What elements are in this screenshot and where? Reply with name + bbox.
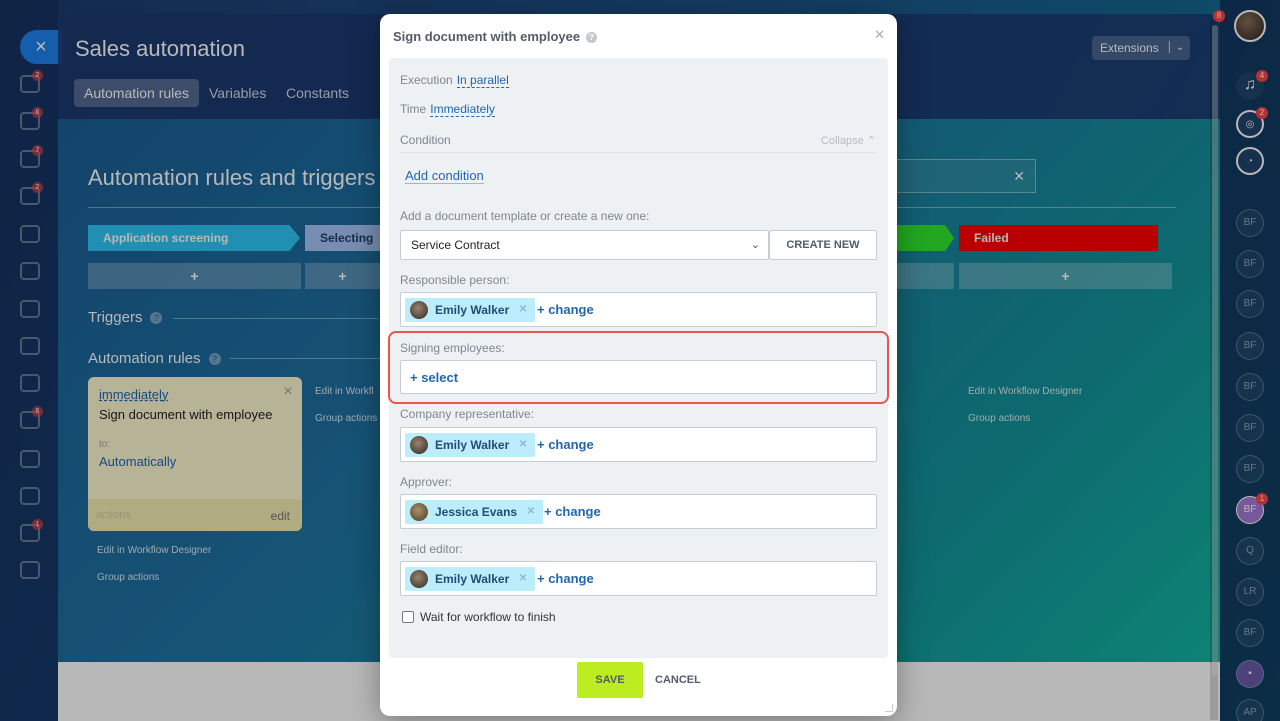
collapse-label: Collapse <box>820 135 864 147</box>
change-link[interactable]: + change <box>544 500 601 524</box>
wait-checkbox[interactable] <box>402 611 414 623</box>
execution-label: Execution <box>400 73 453 87</box>
user-chip[interactable]: Emily Walker ✕ <box>405 567 536 591</box>
user-chip[interactable]: Emily Walker ✕ <box>405 433 536 457</box>
add-condition-link[interactable]: Add condition <box>405 168 484 184</box>
time-label: Time <box>400 102 427 116</box>
responsible-field[interactable]: Emily Walker ✕ + change <box>400 292 877 327</box>
condition-label: Condition <box>400 133 451 147</box>
dialog-title-text: Sign document with employee <box>393 29 581 44</box>
avatar <box>410 503 428 521</box>
remove-icon[interactable]: ✕ <box>519 298 527 322</box>
avatar <box>410 436 428 454</box>
user-chip-name: Jessica Evans <box>435 505 518 519</box>
user-chip[interactable]: Emily Walker ✕ <box>405 298 536 322</box>
change-link[interactable]: + change <box>537 433 594 457</box>
responsible-label: Responsible person: <box>400 273 510 287</box>
chevron-down-icon: ⌄ <box>750 239 760 251</box>
user-chip-name: Emily Walker <box>435 303 510 317</box>
chevron-up-icon: ⌃ <box>866 135 876 147</box>
time-row: Time Immediately <box>400 102 495 117</box>
execution-row: Execution In parallel <box>400 73 509 88</box>
template-select[interactable]: Service Contract ⌄ <box>400 230 769 260</box>
remove-icon[interactable]: ✕ <box>527 500 535 524</box>
help-icon[interactable]: ? <box>586 32 598 44</box>
cancel-button[interactable]: CANCEL <box>655 662 701 698</box>
wait-for-workflow-row[interactable]: Wait for workflow to finish <box>402 610 556 624</box>
approver-label: Approver: <box>400 475 453 489</box>
save-button[interactable]: SAVE <box>577 662 643 698</box>
divider <box>400 152 876 153</box>
close-icon[interactable]: ✕ <box>874 27 885 43</box>
company-rep-label: Company representative: <box>400 407 535 421</box>
change-link[interactable]: + change <box>537 298 594 322</box>
template-select-value: Service Contract <box>411 238 500 252</box>
wait-label: Wait for workflow to finish <box>420 610 556 624</box>
user-chip[interactable]: Jessica Evans ✕ <box>405 500 544 524</box>
resize-handle[interactable] <box>885 704 893 712</box>
change-link[interactable]: + change <box>537 567 594 591</box>
remove-icon[interactable]: ✕ <box>519 433 527 457</box>
field-editor-field[interactable]: Emily Walker ✕ + change <box>400 561 877 596</box>
collapse-link[interactable]: Collapse ⌃ <box>821 134 876 147</box>
time-value-link[interactable]: Immediately <box>430 102 495 117</box>
execution-value-link[interactable]: In parallel <box>456 73 509 88</box>
create-new-button[interactable]: CREATE NEW <box>769 230 877 260</box>
highlight-frame <box>388 331 889 404</box>
remove-icon[interactable]: ✕ <box>519 567 527 591</box>
field-editor-label: Field editor: <box>400 542 463 556</box>
avatar <box>410 301 428 319</box>
user-chip-name: Emily Walker <box>435 438 510 452</box>
user-chip-name: Emily Walker <box>435 572 510 586</box>
dialog-title: Sign document with employee? <box>393 29 598 44</box>
approver-field[interactable]: Jessica Evans ✕ + change <box>400 494 877 529</box>
company-rep-field[interactable]: Emily Walker ✕ + change <box>400 427 877 462</box>
avatar <box>410 570 428 588</box>
template-label: Add a document template or create a new … <box>400 209 650 223</box>
